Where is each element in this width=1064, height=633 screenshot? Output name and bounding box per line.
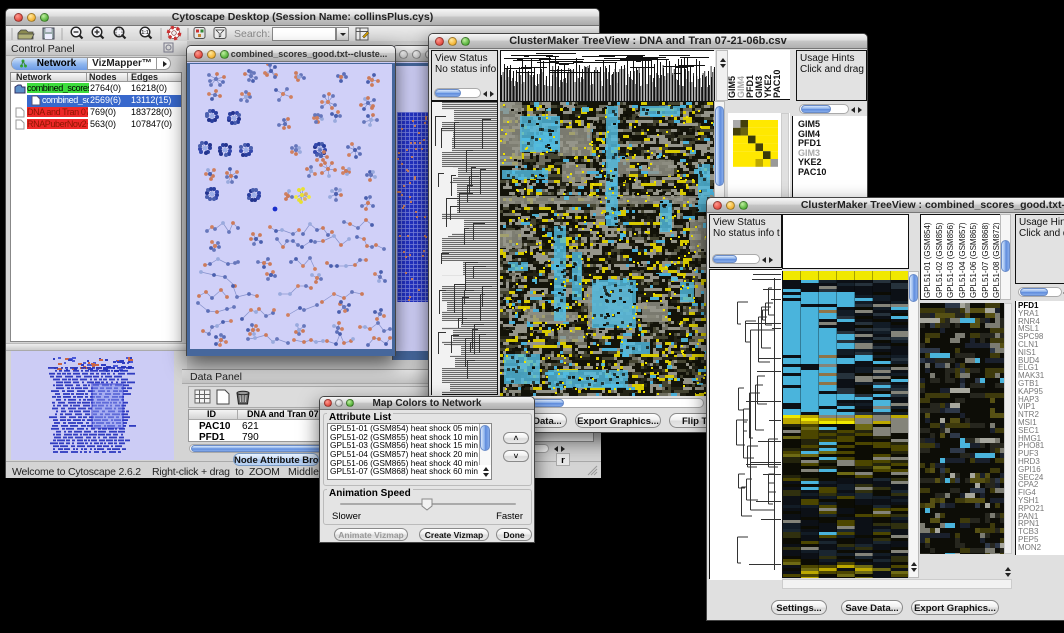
svg-text:1:1: 1:1 <box>141 30 148 36</box>
